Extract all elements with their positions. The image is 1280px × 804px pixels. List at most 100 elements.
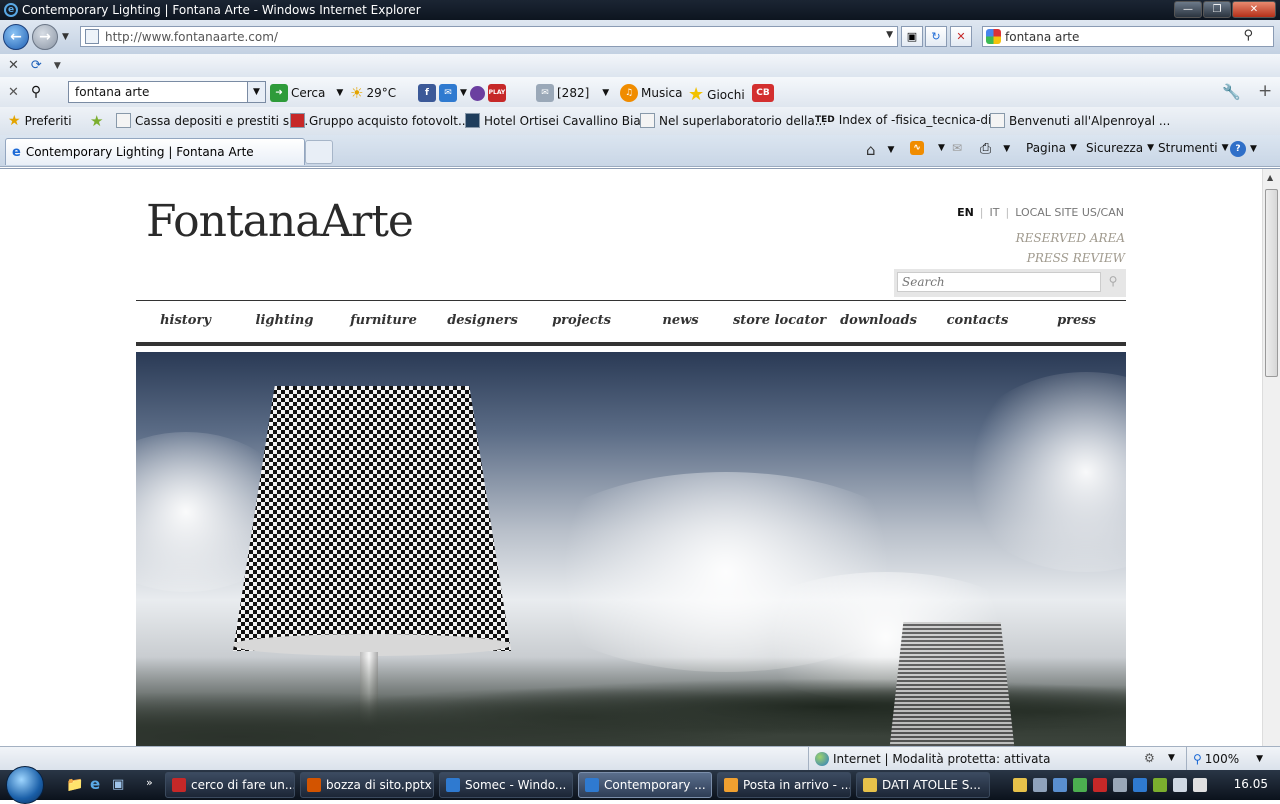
maximize-button[interactable]: ❐ [1203,1,1231,18]
home-button[interactable]: ⌂ ▼ [866,141,894,159]
nav-press[interactable]: press [1027,313,1126,328]
favorite-item-4[interactable]: Nel superlaboratorio della... [640,113,826,128]
search-icon[interactable]: ⚲ [1243,28,1253,43]
site-search-input[interactable] [897,272,1101,292]
history-dropdown-icon[interactable]: ▼ [62,32,69,42]
volume-icon[interactable] [1193,778,1207,792]
vertical-scrollbar[interactable]: ▲ [1262,169,1280,746]
popup-dropdown-icon[interactable]: ▼ [1168,753,1175,763]
clock[interactable]: 16.05 [1234,777,1268,791]
bluetooth-icon[interactable] [1133,778,1147,792]
show-desktop-icon[interactable]: ▣ [112,777,124,792]
cerca-dropdown-icon[interactable]: ▼ [336,88,343,98]
cb-button[interactable]: CB [752,84,774,102]
favorite-item-5[interactable]: TED Index of -fisica_tecnica-di... [815,113,1003,127]
mail-count-dropdown-icon[interactable]: ▼ [602,88,609,98]
tab-active[interactable]: e Contemporary Lighting | Fontana Arte [5,138,305,165]
favorite-item-6[interactable]: Benvenuti all'Alpenroyal ... [990,113,1170,128]
quick-launch-ie-icon[interactable]: e [90,775,100,793]
tray-icon[interactable] [1013,778,1027,792]
favorite-item-1[interactable]: Cassa depositi e prestiti sp... [116,113,308,128]
popup-blocker-icon[interactable]: ⚙ [1144,751,1155,765]
weather-widget[interactable]: ☀ 29°C [350,84,396,102]
quick-launch-folder-icon[interactable]: 📁 [66,777,83,793]
add-toolbar-icon[interactable]: + [1258,81,1272,101]
local-site-link[interactable]: LOCAL SITE US/CAN [1015,206,1124,219]
nav-projects[interactable]: projects [532,313,631,328]
nav-store-locator[interactable]: store locator [730,313,829,328]
nav-contacts[interactable]: contacts [928,313,1027,328]
refresh-icon[interactable]: ↻ [925,26,947,47]
mail-count-widget[interactable]: ✉ [282] ▼ [536,84,609,102]
wrench-icon[interactable]: 🔧 [1222,83,1241,101]
nav-lighting[interactable]: lighting [235,313,334,328]
mail-icon[interactable]: ✉ [439,84,457,102]
mail-dropdown-icon[interactable]: ▼ [460,88,467,98]
toolbar-search-input[interactable]: fontana arte ▼ [68,81,266,103]
facebook-icon[interactable]: f [418,84,436,102]
close-toolbar-icon[interactable]: ✕ [8,58,19,73]
press-review-link[interactable]: PRESS REVIEW [1027,251,1125,265]
favorite-item-3[interactable]: Hotel Ortisei Cavallino Bia... [465,113,652,128]
print-button[interactable]: ⎙ ▼ [980,141,1010,157]
nav-downloads[interactable]: downloads [829,313,928,328]
help-button[interactable]: ? ▼ [1230,141,1257,157]
toolbar-dropdown-icon[interactable]: ▼ [54,61,61,71]
close-toolbar2-icon[interactable]: ✕ [8,85,19,100]
favorite-item-2[interactable]: Gruppo acquisto fotovolt... [290,113,469,128]
address-dropdown-icon[interactable]: ▼ [886,30,893,40]
close-button[interactable]: ✕ [1232,1,1276,18]
cerca-button[interactable]: ➜ Cerca ▼ [270,84,343,102]
nav-furniture[interactable]: furniture [334,313,433,328]
toolbar-search-dropdown-icon[interactable]: ▼ [247,82,265,102]
battery-icon[interactable] [1153,778,1167,792]
security-zone[interactable]: Internet | Modalità protetta: attivata [808,747,1050,771]
nav-history[interactable]: history [136,313,235,328]
toolbar-search-icon[interactable]: ⚲ [31,84,41,100]
lang-it-link[interactable]: IT [990,206,1000,219]
reserved-area-link[interactable]: RESERVED AREA [1016,231,1125,245]
zoom-control[interactable]: ⚲ 100% ▼ [1186,747,1263,771]
read-mail-icon[interactable]: ✉ [952,141,962,155]
sicurezza-menu[interactable]: Sicurezza ▼ [1086,141,1154,155]
messenger-icon[interactable] [469,85,485,101]
site-logo[interactable]: FontanaArte [146,196,414,247]
taskbar-button-1[interactable]: cerco di fare un... [165,772,295,798]
site-search-icon[interactable]: ⚲ [1104,274,1122,292]
toolbar-logo-icon[interactable]: ⟳ [31,58,42,73]
scrollbar-thumb[interactable] [1265,189,1278,377]
play-video-icon[interactable]: PLAY [487,84,506,102]
forward-button[interactable]: → [32,24,58,50]
add-favorite-icon[interactable]: ★ [90,112,103,130]
address-bar[interactable]: http://www.fontanaarte.com/ ▼ [80,26,898,47]
stop-icon[interactable]: ✕ [950,26,972,47]
taskbar-button-2[interactable]: bozza di sito.pptx [300,772,434,798]
tray-icon[interactable] [1113,778,1127,792]
feeds-button[interactable]: ∿ ▼ [910,141,945,155]
nav-news[interactable]: news [631,313,730,328]
feeds-dropdown-icon[interactable]: ▼ [938,143,945,153]
strumenti-menu[interactable]: Strumenti ▼ [1158,141,1229,155]
lang-en-link[interactable]: EN [957,206,974,219]
minimize-button[interactable]: — [1174,1,1202,18]
compatibility-view-icon[interactable]: ▣ [901,26,923,47]
taskbar-button-3[interactable]: Somec - Windo... [439,772,573,798]
tray-icon[interactable] [1053,778,1067,792]
print-dropdown-icon[interactable]: ▼ [1003,144,1010,154]
help-dropdown-icon[interactable]: ▼ [1250,144,1257,154]
new-tab-button[interactable] [305,140,333,164]
network-icon[interactable] [1173,778,1187,792]
start-button[interactable] [6,766,44,804]
musica-button[interactable]: ♫ Musica [620,84,683,102]
taskbar-button-5[interactable]: Posta in arrivo - ... [717,772,851,798]
favorites-button[interactable]: ★ Preferiti [8,113,72,129]
taskbar-button-4[interactable]: Contemporary ... [578,772,712,798]
google-search-box[interactable]: fontana arte ⚲ [982,26,1274,47]
taskbar-button-6[interactable]: DATI ATOLLE S... [856,772,990,798]
giochi-button[interactable]: ★ Giochi [688,84,745,105]
nav-designers[interactable]: designers [433,313,532,328]
tray-icon[interactable] [1073,778,1087,792]
zoom-dropdown-icon[interactable]: ▼ [1256,754,1263,764]
back-button[interactable]: ← [3,24,29,50]
tray-icon[interactable] [1093,778,1107,792]
